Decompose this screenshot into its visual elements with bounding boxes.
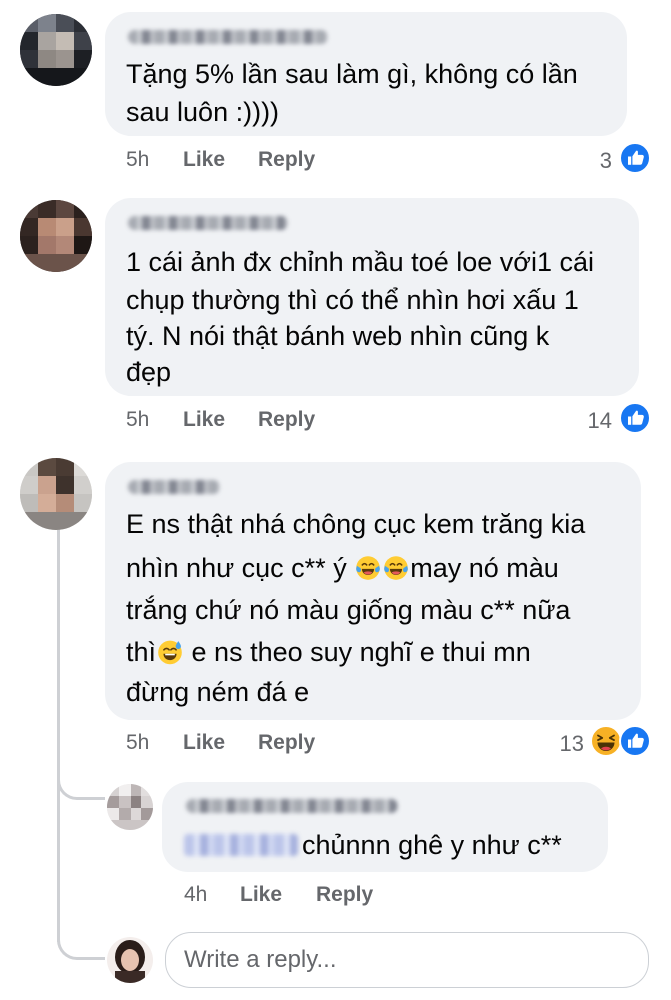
commenter-name[interactable] — [128, 30, 328, 44]
reply-mention-tag[interactable] — [184, 834, 298, 856]
reaction-count[interactable]: 3 — [560, 148, 612, 174]
comment-text: E ns thật nhá chông cục kem trăng kia — [126, 509, 586, 539]
comment-text: tý. N nói thật bánh web nhìn cũng k — [126, 321, 550, 351]
comment-text: trắng chứ nó màu giống màu c** nữa — [126, 595, 571, 625]
comment-text: Tặng 5% lần sau làm gì, không có lần — [126, 59, 578, 89]
reply-like-link[interactable]: Like — [240, 883, 282, 907]
commenter-name[interactable] — [128, 216, 288, 230]
commenter-avatar[interactable] — [20, 200, 92, 272]
comment-text: 1 cái ảnh đx chỉnh mầu toé loe với1 cái — [126, 247, 594, 277]
commenter-avatar[interactable] — [20, 14, 92, 86]
like-icon — [619, 402, 651, 434]
comment-text: thì e ns theo suy nghĩ e thui mn — [126, 632, 531, 672]
reply-link[interactable]: Reply — [258, 731, 315, 755]
comment-text: sau luôn :)))) — [126, 97, 280, 127]
laugh-cry-emoji-icon — [382, 553, 410, 581]
comment-time[interactable]: 5h — [126, 731, 149, 755]
comment-text: đẹp — [126, 357, 172, 387]
thread-line-vertical — [57, 528, 60, 942]
comment-text-part: thì — [126, 637, 157, 667]
like-icon — [619, 142, 651, 174]
sweat-smile-emoji-icon — [156, 637, 184, 665]
comment-text: đừng ném đá e — [126, 677, 310, 707]
like-link[interactable]: Like — [183, 148, 225, 172]
comment-time[interactable]: 5h — [126, 408, 149, 432]
commenter-avatar[interactable] — [20, 458, 92, 530]
reaction-count[interactable]: 14 — [556, 408, 612, 434]
commenter-name[interactable] — [128, 480, 220, 494]
comment-text: nhìn như cục c** ý may nó màu — [126, 548, 559, 588]
like-link[interactable]: Like — [183, 731, 225, 755]
reply-text: chủnnn ghê y như c** — [302, 830, 562, 860]
write-reply-input[interactable] — [165, 932, 649, 988]
reply-link[interactable]: Reply — [258, 148, 315, 172]
comment-text-part: e ns theo suy nghĩ e thui mn — [184, 637, 531, 667]
thread-line-branch-input — [57, 910, 105, 960]
like-link[interactable]: Like — [183, 408, 225, 432]
reaction-count[interactable]: 13 — [530, 731, 584, 757]
comment-text-part: may nó màu — [410, 553, 559, 583]
reply-avatar[interactable] — [107, 784, 153, 830]
haha-icon — [590, 725, 622, 757]
comment-time[interactable]: 5h — [126, 148, 149, 172]
current-user-avatar[interactable] — [107, 937, 153, 983]
reply-link[interactable]: Reply — [258, 408, 315, 432]
reply-time[interactable]: 4h — [184, 883, 207, 907]
like-icon — [619, 725, 651, 757]
comment-text-part: nhìn như cục c** ý — [126, 553, 355, 583]
reply-author-name[interactable] — [186, 799, 398, 813]
thread-line-branch-reply — [57, 766, 105, 800]
comment-text: chụp thường thì có thể nhìn hơi xấu 1 — [126, 285, 579, 315]
laugh-cry-emoji-icon — [354, 553, 382, 581]
reply-reply-link[interactable]: Reply — [316, 883, 373, 907]
